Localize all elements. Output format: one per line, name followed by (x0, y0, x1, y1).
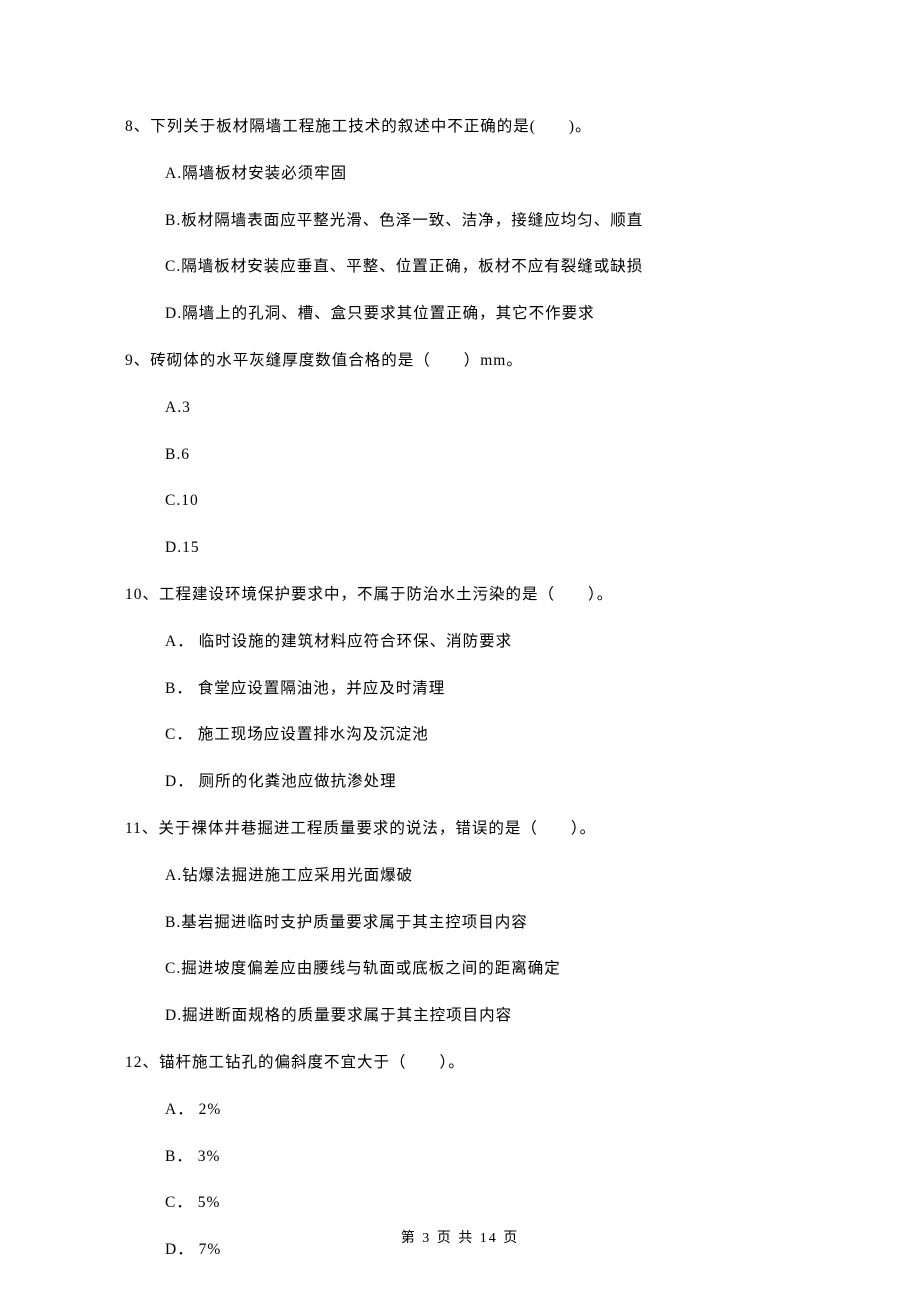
option-b: B.6 (165, 443, 795, 468)
question-stem: 10、工程建设环境保护要求中，不属于防治水土污染的是（ ）。 (125, 583, 795, 608)
option-d: D.掘进断面规格的质量要求属于其主控项目内容 (165, 1004, 795, 1029)
option-a: A.隔墙板材安装必须牢固 (165, 162, 795, 187)
option-d: D.15 (165, 536, 795, 561)
question-options: A.3 B.6 C.10 D.15 (125, 396, 795, 561)
option-b: B.板材隔墙表面应平整光滑、色泽一致、洁净，接缝应均匀、顺直 (165, 209, 795, 234)
option-a: A.钻爆法掘进施工应采用光面爆破 (165, 864, 795, 889)
question-stem: 11、关于裸体井巷掘进工程质量要求的说法，错误的是（ ）。 (125, 817, 795, 842)
option-a: A． 临时设施的建筑材料应符合环保、消防要求 (165, 630, 795, 655)
question-options: A.隔墙板材安装必须牢固 B.板材隔墙表面应平整光滑、色泽一致、洁净，接缝应均匀… (125, 162, 795, 327)
question-stem: 9、砖砌体的水平灰缝厚度数值合格的是（ ）mm。 (125, 349, 795, 374)
page-footer: 第 3 页 共 14 页 (0, 1227, 920, 1247)
option-a: A． 2% (165, 1098, 795, 1123)
option-c: C． 施工现场应设置排水沟及沉淀池 (165, 723, 795, 748)
question-options: A． 临时设施的建筑材料应符合环保、消防要求 B． 食堂应设置隔油池，并应及时清… (125, 630, 795, 795)
option-d: D． 厕所的化粪池应做抗渗处理 (165, 770, 795, 795)
question-stem: 8、下列关于板材隔墙工程施工技术的叙述中不正确的是( )。 (125, 115, 795, 140)
option-b: B.基岩掘进临时支护质量要求属于其主控项目内容 (165, 911, 795, 936)
page-content: 8、下列关于板材隔墙工程施工技术的叙述中不正确的是( )。 A.隔墙板材安装必须… (0, 0, 920, 1263)
option-b: B． 3% (165, 1145, 795, 1170)
option-d: D.隔墙上的孔洞、槽、盒只要求其位置正确，其它不作要求 (165, 302, 795, 327)
option-c: C.隔墙板材安装应垂直、平整、位置正确，板材不应有裂缝或缺损 (165, 255, 795, 280)
option-a: A.3 (165, 396, 795, 421)
option-c: C.10 (165, 489, 795, 514)
option-c: C． 5% (165, 1191, 795, 1216)
question-options: A.钻爆法掘进施工应采用光面爆破 B.基岩掘进临时支护质量要求属于其主控项目内容… (125, 864, 795, 1029)
option-b: B． 食堂应设置隔油池，并应及时清理 (165, 677, 795, 702)
option-c: C.掘进坡度偏差应由腰线与轨面或底板之间的距离确定 (165, 957, 795, 982)
question-stem: 12、锚杆施工钻孔的偏斜度不宜大于（ ）。 (125, 1051, 795, 1076)
